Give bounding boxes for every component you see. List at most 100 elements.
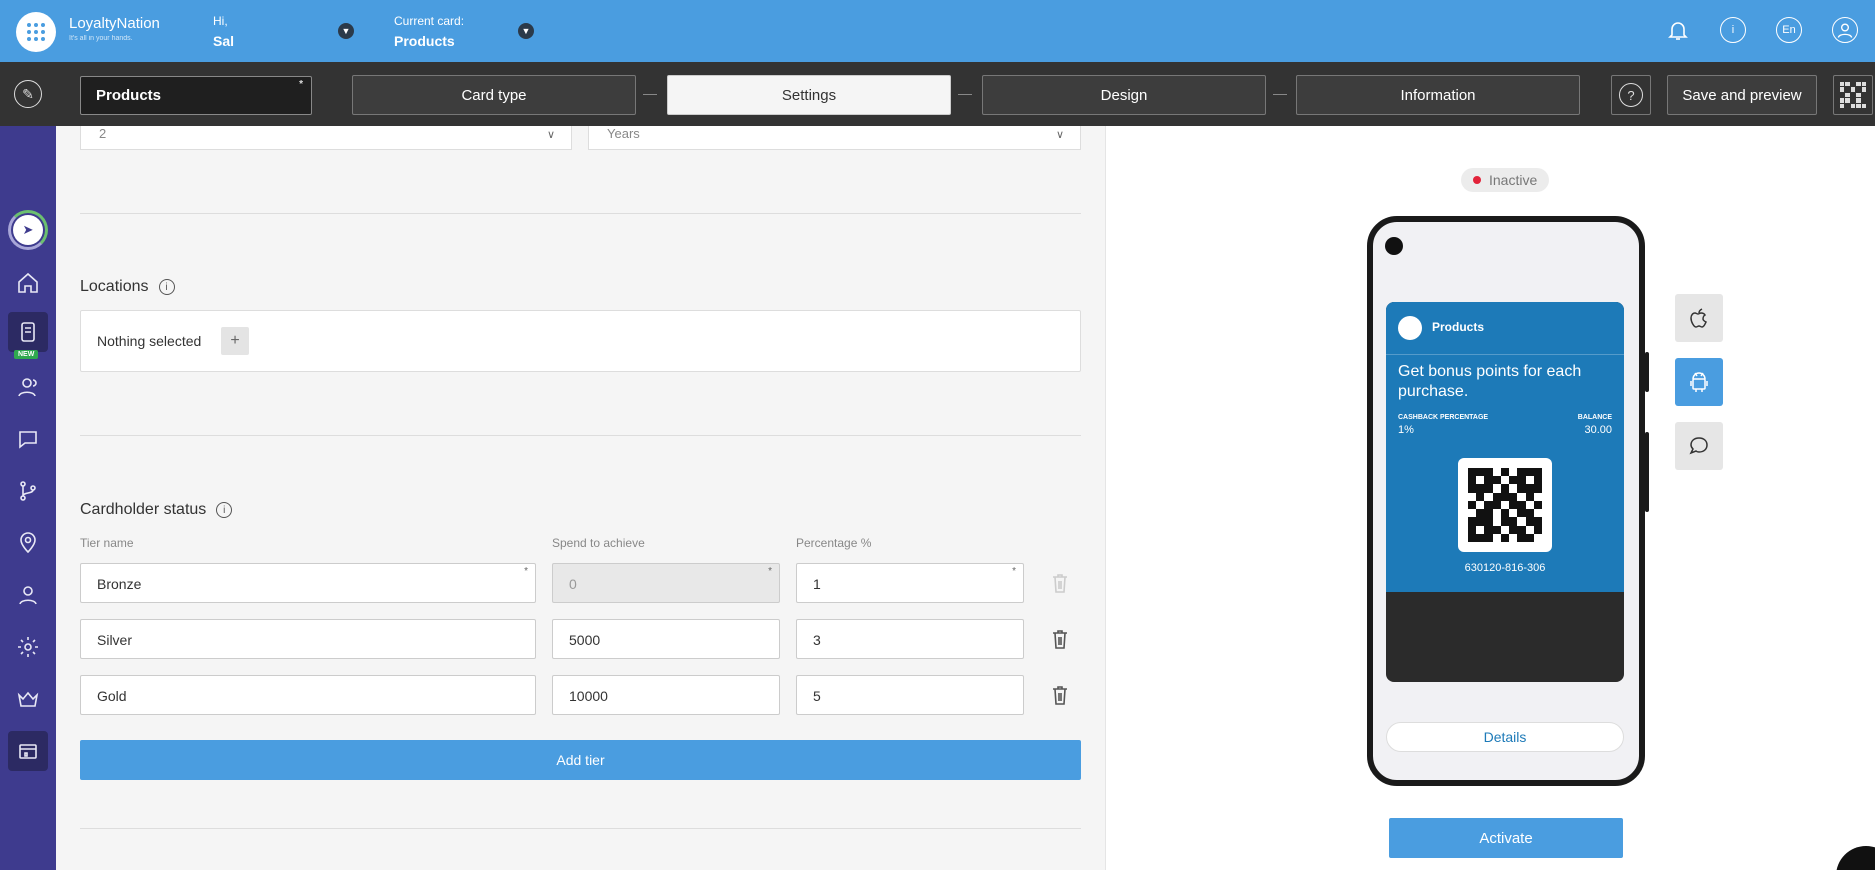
expiry-unit-select[interactable]: Years ∨ bbox=[588, 126, 1081, 150]
spend-input[interactable]: 10000 bbox=[552, 675, 780, 715]
percentage-value: 3 bbox=[813, 632, 821, 648]
step-card-type[interactable]: Card type bbox=[352, 75, 636, 115]
activate-button[interactable]: Activate bbox=[1389, 818, 1623, 858]
brand-tagline: It's all in your hands. bbox=[69, 35, 133, 42]
add-tier-button[interactable]: Add tier bbox=[80, 740, 1081, 780]
locations-title: Locations bbox=[80, 278, 149, 295]
spend-input: 0 * bbox=[552, 563, 780, 603]
logo-dots-icon bbox=[27, 23, 45, 41]
language-selector[interactable]: En bbox=[1776, 17, 1802, 43]
status-text: Inactive bbox=[1489, 172, 1538, 188]
users-icon[interactable] bbox=[8, 367, 48, 407]
required-mark: * bbox=[299, 79, 303, 90]
chevron-down-icon: ∨ bbox=[1055, 129, 1064, 141]
column-header-percentage: Percentage % bbox=[796, 536, 872, 550]
step-separator bbox=[958, 94, 972, 95]
required-mark: * bbox=[524, 566, 528, 577]
shop-icon[interactable] bbox=[8, 731, 48, 771]
locations-field[interactable]: Nothing selected + bbox=[80, 310, 1081, 372]
spend-value: 0 bbox=[569, 576, 577, 592]
spend-value: 10000 bbox=[569, 688, 608, 704]
left-sidebar: ➤ NEW bbox=[0, 126, 56, 870]
locations-value: Nothing selected bbox=[97, 333, 202, 349]
info-icon[interactable]: i bbox=[158, 279, 175, 295]
message-icon[interactable] bbox=[1675, 422, 1723, 470]
spend-value: 5000 bbox=[569, 632, 601, 648]
required-mark: * bbox=[768, 566, 772, 577]
card-title: Products bbox=[1432, 320, 1485, 334]
location-icon[interactable] bbox=[8, 522, 48, 562]
details-button[interactable]: Details bbox=[1386, 722, 1624, 752]
user-menu-chevron-icon[interactable]: ▼ bbox=[338, 23, 354, 39]
card-code: 630120-816-306 bbox=[1464, 562, 1546, 574]
tier-name-value: Gold bbox=[97, 688, 127, 704]
cashback-value: 1% bbox=[1398, 424, 1414, 436]
edit-pencil-icon[interactable]: ✎ bbox=[14, 80, 42, 108]
trash-icon[interactable] bbox=[1050, 628, 1070, 652]
column-header-spend: Spend to achieve bbox=[552, 536, 645, 550]
info-icon[interactable]: i bbox=[216, 502, 233, 518]
android-icon[interactable] bbox=[1675, 358, 1723, 406]
trash-icon bbox=[1050, 572, 1070, 596]
top-bar: LoyaltyNation It's all in your hands. Hi… bbox=[0, 0, 1875, 62]
greeting-label: Hi, bbox=[213, 14, 228, 28]
user-name: Sal bbox=[213, 33, 235, 49]
expiry-value: 2 bbox=[99, 126, 107, 141]
brand-name: LoyaltyNation bbox=[69, 15, 160, 32]
settings-icon[interactable] bbox=[8, 627, 48, 667]
cashback-label: CASHBACK PERCENTAGE bbox=[1398, 414, 1489, 421]
current-card-name: Products bbox=[394, 33, 455, 49]
current-card-label: Current card: bbox=[394, 14, 465, 28]
percentage-value: 5 bbox=[813, 688, 821, 704]
step-information[interactable]: Information bbox=[1296, 75, 1580, 115]
status-badge: Inactive bbox=[1461, 168, 1550, 192]
crown-icon[interactable] bbox=[8, 679, 48, 719]
info-icon[interactable]: i bbox=[1720, 17, 1746, 43]
tier-name-input[interactable]: Silver bbox=[80, 619, 536, 659]
user-icon[interactable] bbox=[8, 575, 48, 615]
add-location-plus-icon[interactable]: + bbox=[221, 327, 249, 355]
bell-icon[interactable] bbox=[1665, 17, 1691, 43]
status-dot bbox=[1473, 176, 1481, 184]
home-icon[interactable] bbox=[8, 263, 48, 303]
new-badge: NEW bbox=[14, 350, 39, 359]
rocket-icon[interactable]: ➤ bbox=[8, 210, 48, 250]
section-divider bbox=[80, 213, 1081, 214]
balance-value: 30.00 bbox=[1584, 424, 1612, 436]
percentage-input[interactable]: 1 * bbox=[796, 563, 1024, 603]
card-logo bbox=[1398, 316, 1422, 340]
balance-label: BALANCE bbox=[1577, 414, 1612, 421]
help-button[interactable]: ? bbox=[1611, 75, 1651, 115]
step-settings[interactable]: Settings bbox=[667, 75, 951, 115]
support-chat-icon[interactable] bbox=[1836, 846, 1875, 870]
card-headline: Get bonus points for each purchase. bbox=[1398, 363, 1582, 400]
profile-icon[interactable] bbox=[1832, 17, 1858, 43]
percentage-input[interactable]: 5 bbox=[796, 675, 1024, 715]
card-menu-chevron-icon[interactable]: ▼ bbox=[518, 23, 534, 39]
phone-button bbox=[1645, 352, 1649, 392]
tier-name-input[interactable]: Gold bbox=[80, 675, 536, 715]
apple-icon[interactable] bbox=[1675, 294, 1723, 342]
step-separator bbox=[643, 94, 657, 95]
card-name-value: Products bbox=[96, 87, 162, 104]
phone-mockup: Products Get bonus points for each purch… bbox=[1367, 216, 1649, 786]
qr-code-button[interactable] bbox=[1833, 75, 1873, 115]
card-name-field[interactable]: Products * bbox=[80, 76, 312, 115]
phone-button bbox=[1645, 432, 1649, 512]
brand-logo[interactable] bbox=[16, 12, 56, 52]
spend-input[interactable]: 5000 bbox=[552, 619, 780, 659]
card-icon[interactable] bbox=[8, 312, 48, 352]
flow-icon[interactable] bbox=[8, 471, 48, 511]
card-qr-code bbox=[1458, 458, 1552, 552]
step-separator bbox=[1273, 94, 1287, 95]
save-and-preview-button[interactable]: Save and preview bbox=[1667, 75, 1817, 115]
expiry-value-select[interactable]: 2 ∨ bbox=[80, 126, 572, 150]
qr-code-icon bbox=[1468, 468, 1542, 542]
tier-name-input[interactable]: Bronze * bbox=[80, 563, 536, 603]
trash-icon[interactable] bbox=[1050, 684, 1070, 708]
percentage-input[interactable]: 3 bbox=[796, 619, 1024, 659]
locations-heading: Locations i bbox=[80, 278, 175, 296]
step-design[interactable]: Design bbox=[982, 75, 1266, 115]
column-header-tier-name: Tier name bbox=[80, 536, 134, 550]
chat-icon[interactable] bbox=[8, 419, 48, 459]
